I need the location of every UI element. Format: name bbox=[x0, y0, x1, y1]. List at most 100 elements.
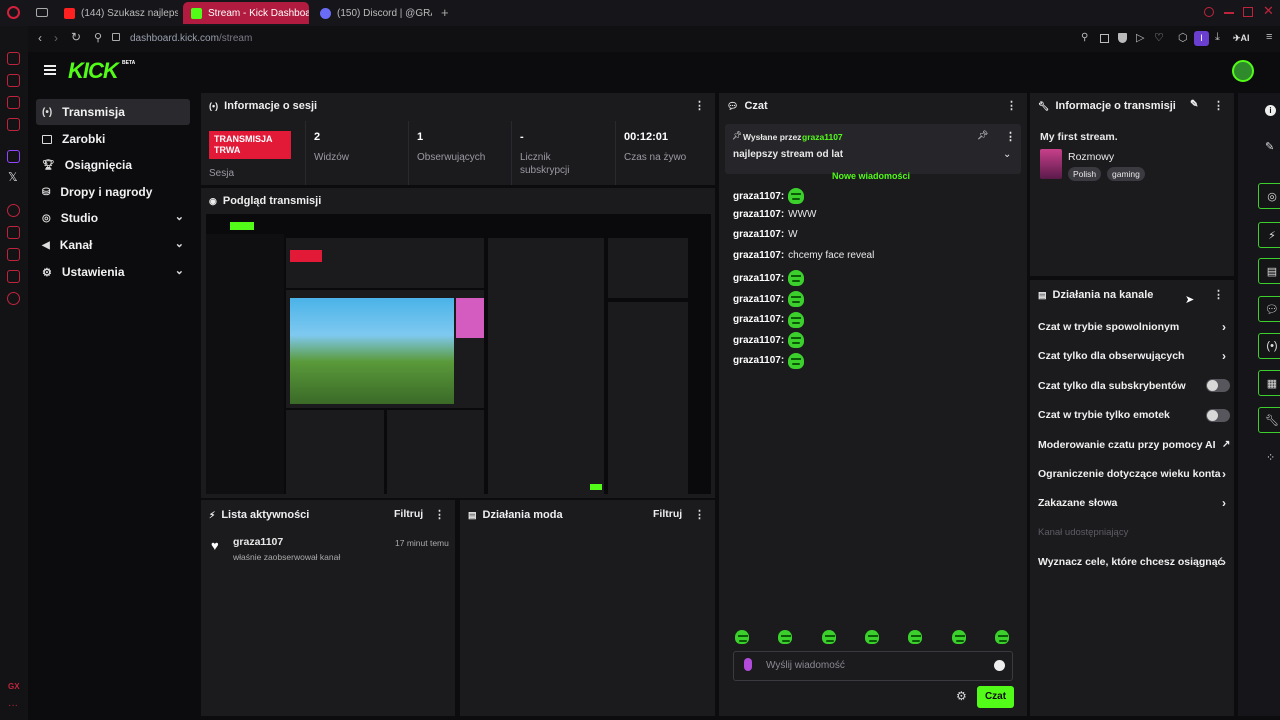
settings-icon[interactable] bbox=[7, 292, 20, 305]
tag-pill[interactable]: gaming bbox=[1107, 167, 1145, 181]
url-text[interactable]: dashboard.kick.com/stream bbox=[130, 33, 252, 44]
more-options-icon[interactable]: ⋮ bbox=[1006, 99, 1017, 112]
preview-video[interactable] bbox=[206, 214, 711, 494]
more-options-icon[interactable]: ⋮ bbox=[434, 508, 445, 521]
back-icon[interactable]: ‹ bbox=[38, 31, 42, 45]
chat-message[interactable]: graza1107: chcemy face reveal bbox=[733, 250, 874, 261]
more-options-icon[interactable]: ⋮ bbox=[1213, 99, 1224, 112]
chevron-down-icon[interactable]: ⌄ bbox=[1003, 149, 1011, 160]
minimize-icon[interactable] bbox=[1224, 12, 1234, 14]
emote-icon[interactable] bbox=[864, 630, 879, 644]
instagram-icon[interactable] bbox=[7, 118, 20, 131]
emote-icon[interactable] bbox=[821, 630, 836, 644]
tag-pill[interactable]: Polish bbox=[1068, 167, 1102, 181]
channel-action-item[interactable]: Moderowanie czatu przy pomocy AI ↗ bbox=[1038, 439, 1230, 451]
sidebar-item-zarobki[interactable]: Zarobki bbox=[36, 126, 190, 152]
unpin-icon[interactable]: 📌︎ bbox=[977, 130, 988, 141]
emote-icon[interactable] bbox=[778, 630, 793, 644]
chat-message[interactable]: graza1107: bbox=[733, 188, 805, 204]
edit-icon[interactable]: ✎ bbox=[1265, 140, 1274, 153]
tab-youtube[interactable]: (144) Szukasz najlepszej g bbox=[56, 2, 178, 24]
dots-icon[interactable]: ⁘ bbox=[1266, 451, 1275, 464]
broadcast-icon[interactable]: (•) bbox=[1258, 333, 1280, 359]
chat-username[interactable]: graza1107: bbox=[733, 273, 784, 284]
more-icon[interactable]: ··· bbox=[8, 700, 18, 711]
sidebar-item-transmisja[interactable]: (•) Transmisja bbox=[36, 99, 190, 125]
channel-action-item[interactable]: Czat w trybie spowolnionym › bbox=[1038, 320, 1228, 334]
microphone-icon[interactable] bbox=[744, 658, 752, 671]
chat-message[interactable]: graza1107: WWW bbox=[733, 209, 816, 220]
channel-action-item[interactable]: Zakazane słowa › bbox=[1038, 496, 1228, 510]
player-icon[interactable] bbox=[7, 96, 20, 109]
chevron-down-icon[interactable]: ⌄ bbox=[175, 264, 184, 277]
chat-username[interactable]: graza1107: bbox=[733, 191, 784, 202]
forward-icon[interactable]: › bbox=[54, 31, 58, 45]
connection-icon[interactable]: ⚲ bbox=[94, 31, 102, 44]
profile-badge[interactable]: I bbox=[1194, 31, 1209, 46]
chat-username[interactable]: graza1107: bbox=[733, 314, 784, 325]
chevron-down-icon[interactable]: ⌄ bbox=[175, 210, 184, 223]
more-options-icon[interactable]: ⋮ bbox=[1213, 288, 1224, 301]
more-options-icon[interactable]: ⋮ bbox=[694, 508, 705, 521]
clock-icon[interactable] bbox=[7, 204, 20, 217]
download-arrow-icon[interactable]: ⤓ bbox=[1215, 31, 1220, 44]
sidebar-item-osiagniecia[interactable]: 🏆︎ Osiągnięcia bbox=[36, 152, 190, 178]
chat-username[interactable]: graza1107: bbox=[733, 229, 784, 240]
pin-icon[interactable]: ⚲ bbox=[1081, 32, 1088, 43]
chat-icon[interactable]: 💬︎ bbox=[1258, 296, 1280, 322]
clipboard-icon[interactable]: ▤ bbox=[1258, 258, 1280, 284]
chat-message[interactable]: graza1107: W bbox=[733, 229, 798, 240]
emote-icon[interactable] bbox=[951, 630, 966, 644]
hamburger-icon[interactable] bbox=[44, 65, 56, 75]
emote-icon[interactable] bbox=[735, 630, 749, 644]
new-tab-button[interactable]: + bbox=[441, 5, 449, 20]
chat-input[interactable]: Wyślij wiadomość bbox=[733, 651, 1013, 681]
chat-message[interactable]: graza1107: bbox=[733, 352, 805, 369]
send-chat-button[interactable]: Czat bbox=[977, 686, 1014, 708]
toggle-switch[interactable] bbox=[1206, 379, 1230, 393]
filter-button[interactable]: Filtruj bbox=[653, 508, 682, 520]
search-icon[interactable] bbox=[1204, 7, 1214, 17]
tab-discord[interactable]: (150) Discord | @GRAZZA bbox=[312, 2, 432, 24]
puzzle-icon[interactable]: ⬡ bbox=[1178, 31, 1188, 44]
pinned-message[interactable]: 📌︎ Wysłane przez graza1107 📌︎ ⋮ najlepsz… bbox=[725, 124, 1021, 174]
tab-menu-icon[interactable] bbox=[36, 8, 48, 17]
download-icon[interactable] bbox=[7, 248, 20, 261]
emote-icon[interactable] bbox=[908, 630, 923, 644]
sidebar-item-kanal[interactable]: ◀ Kanał ⌄ bbox=[36, 232, 190, 258]
tab-kick-dashboard[interactable]: Stream - Kick Dashboard bbox=[183, 2, 309, 24]
layout-icon[interactable]: ▦ bbox=[1258, 370, 1280, 396]
shield-icon[interactable] bbox=[1118, 33, 1127, 43]
channel-action-item[interactable]: Czat w trybie tylko emotek bbox=[1038, 408, 1230, 422]
menu-icon[interactable]: ≡ bbox=[1266, 31, 1272, 43]
kick-logo[interactable]: KICK bbox=[68, 58, 119, 84]
reload-icon[interactable]: ↻ bbox=[71, 30, 81, 44]
chat-message[interactable]: graza1107: bbox=[733, 291, 805, 307]
chat-settings-icon[interactable]: ⚙ bbox=[956, 689, 967, 703]
bag-icon[interactable] bbox=[7, 74, 20, 87]
maximize-icon[interactable] bbox=[1243, 7, 1253, 17]
play-icon[interactable]: ▷ bbox=[1136, 31, 1144, 44]
sidebar-item-studio[interactable]: ◎ Studio ⌄ bbox=[36, 205, 190, 231]
channel-action-item[interactable]: Czat tylko dla subskrybentów bbox=[1038, 379, 1230, 393]
x-icon[interactable]: 𝕏 bbox=[8, 170, 18, 184]
more-options-icon[interactable]: ⋮ bbox=[694, 99, 705, 112]
chat-message[interactable]: graza1107: bbox=[733, 311, 805, 328]
lightning-icon[interactable]: ⚡︎ bbox=[1258, 222, 1280, 248]
avatar[interactable] bbox=[1232, 60, 1254, 82]
heart-icon[interactable]: ♡ bbox=[1154, 31, 1164, 44]
pinned-more-icon[interactable]: ⋮ bbox=[1005, 130, 1016, 143]
opera-logo-icon[interactable] bbox=[7, 6, 20, 19]
sidebar-item-dropy[interactable]: ⛁ Dropy i nagrody bbox=[36, 179, 190, 205]
toggle-switch[interactable] bbox=[1206, 408, 1230, 422]
chat-username[interactable]: graza1107: bbox=[733, 355, 784, 366]
chat-username[interactable]: graza1107: bbox=[733, 335, 784, 346]
chat-username[interactable]: graza1107: bbox=[733, 294, 784, 305]
cube-icon[interactable] bbox=[7, 226, 20, 239]
filter-button[interactable]: Filtruj bbox=[394, 508, 423, 520]
emoji-icon[interactable] bbox=[994, 660, 1005, 671]
chevron-down-icon[interactable]: ⌄ bbox=[175, 237, 184, 250]
screenshot-icon[interactable]: ◎ bbox=[1258, 183, 1280, 209]
channel-action-item[interactable]: Wyznacz cele, które chcesz osiągnąć › bbox=[1038, 555, 1228, 569]
snapshot-icon[interactable] bbox=[1100, 34, 1109, 43]
